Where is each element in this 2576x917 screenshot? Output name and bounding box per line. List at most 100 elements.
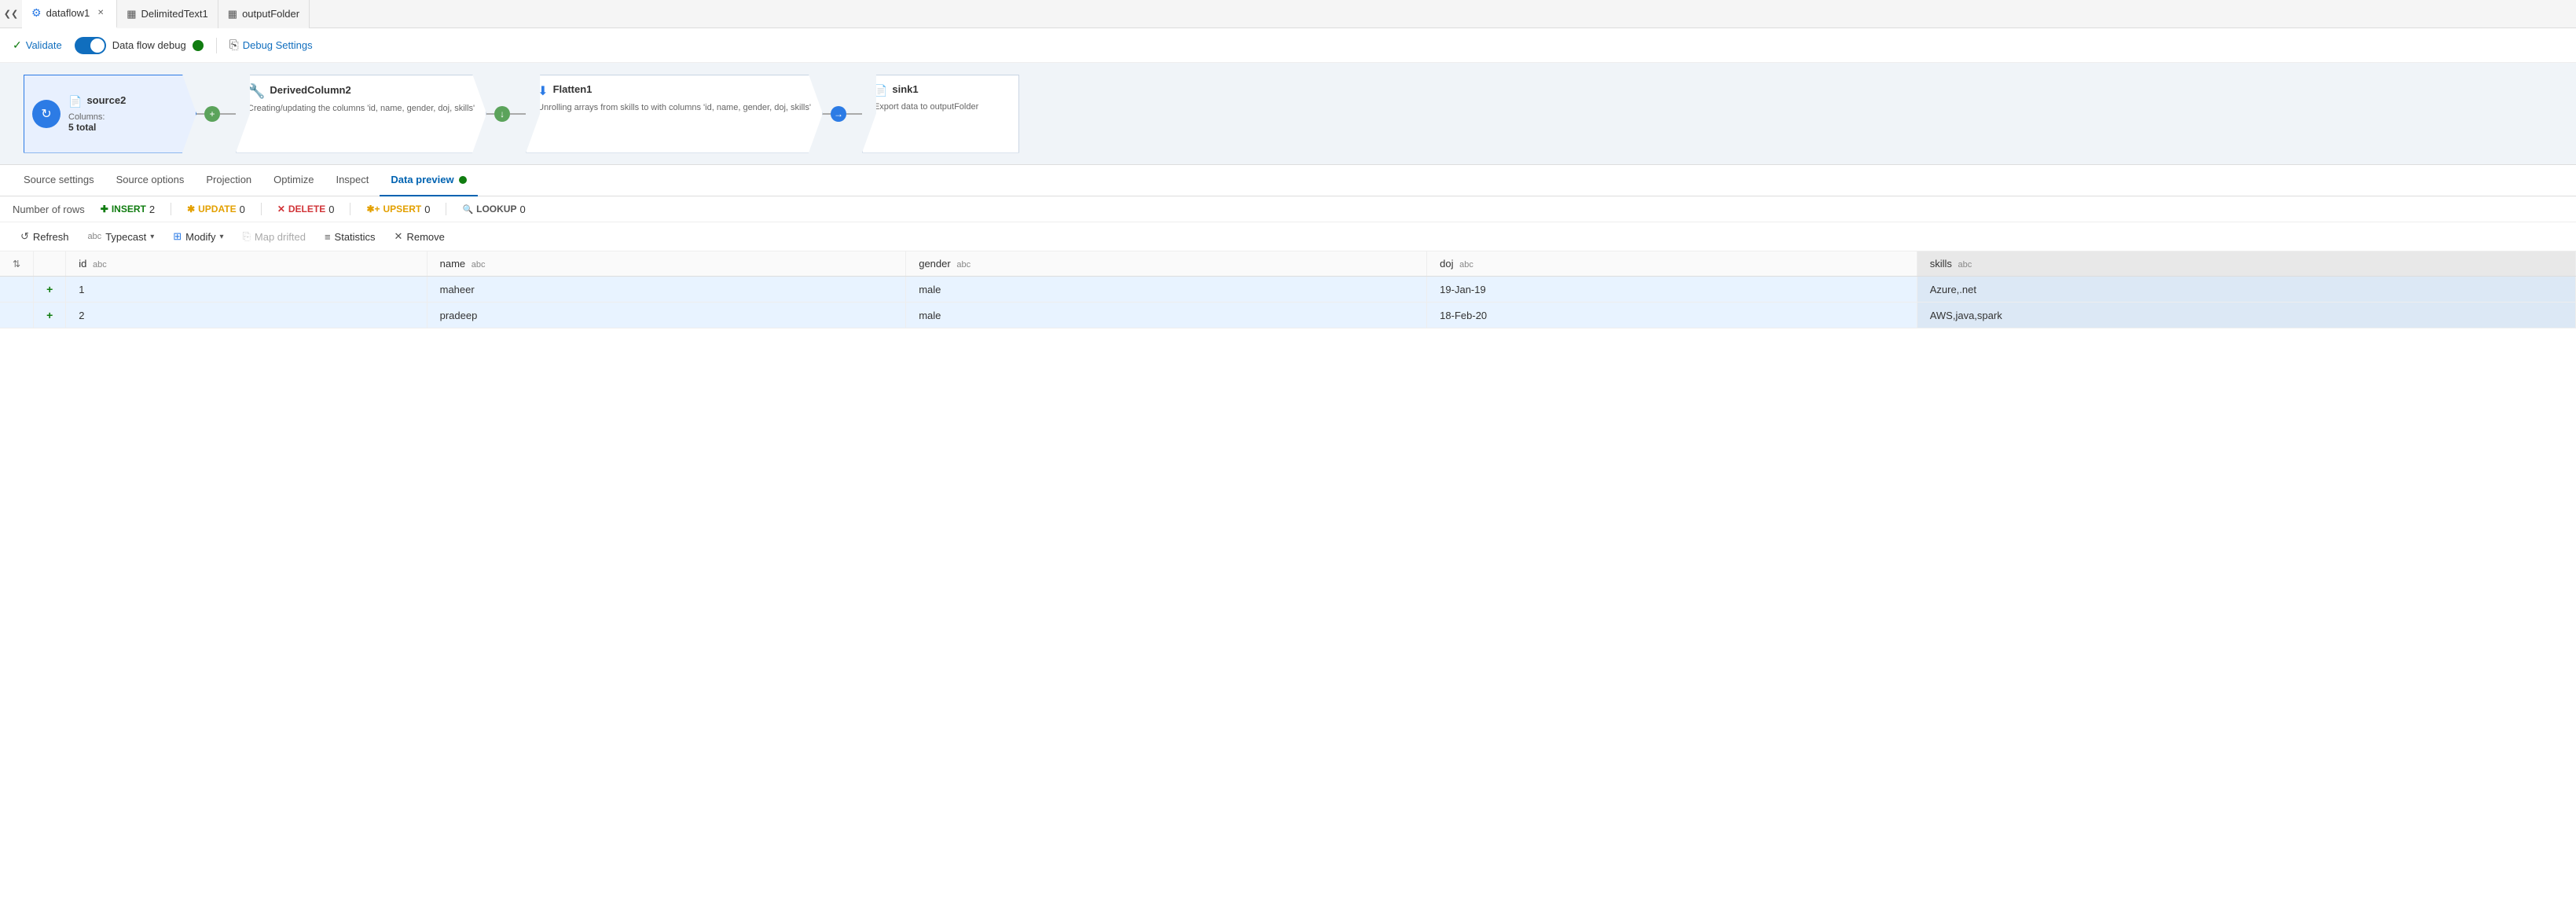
delete-stat: ✕ DELETE 0 <box>277 204 335 215</box>
map-drifted-button[interactable]: ⎘ Map drifted <box>234 227 313 246</box>
sink-node-desc: Export data to outputFolder <box>874 101 978 112</box>
debug-settings-label: Debug Settings <box>243 39 313 51</box>
debug-toggle[interactable] <box>75 37 106 54</box>
col-doj-label: doj <box>1440 258 1453 270</box>
upsert-stat: ✱+ UPSERT 0 <box>366 204 430 215</box>
remove-icon: ✕ <box>394 230 403 243</box>
lookup-icon: 🔍 <box>462 204 473 215</box>
row1-marker-icon: + <box>46 283 53 295</box>
col-name-type: abc <box>472 260 486 270</box>
col-doj-header: doj abc <box>1427 251 1917 277</box>
row1-skills: Azure,.net <box>1917 277 2575 303</box>
insert-value: 2 <box>149 204 155 215</box>
flatten-icon-area: ⬇ Flatten1 <box>538 83 592 99</box>
tab-optimize[interactable]: Optimize <box>262 165 325 196</box>
lookup-label: LOOKUP <box>476 204 516 215</box>
debug-toggle-label: Data flow debug <box>112 39 186 51</box>
upsert-value: 0 <box>424 204 430 215</box>
row2-marker: + <box>34 303 66 328</box>
source-node-content: 📄 source2 Columns: 5 total <box>68 94 126 133</box>
tab-bar: ❮❮ ⚙ dataflow1 ✕ ▦ DelimitedText1 ▦ outp… <box>0 0 2576 28</box>
col-skills-header: skills abc <box>1917 251 2575 277</box>
upsert-label: UPSERT <box>383 204 422 215</box>
tab-inspect[interactable]: Inspect <box>325 165 380 196</box>
row2-id: 2 <box>66 303 427 328</box>
tab-projection[interactable]: Projection <box>195 165 262 196</box>
row1-sort <box>0 277 34 303</box>
validate-button[interactable]: ✓ Validate <box>13 39 62 52</box>
pipeline-node-sink[interactable]: 📄 sink1 Export data to outputFolder <box>862 75 1019 153</box>
modify-button[interactable]: ⊞ Modify ▾ <box>165 227 231 246</box>
modify-icon: ⊞ <box>173 230 182 243</box>
tab-dataflow1[interactable]: ⚙ dataflow1 ✕ <box>22 0 117 28</box>
row1-id: 1 <box>66 277 427 303</box>
remove-label: Remove <box>406 231 444 243</box>
modify-label: Modify <box>185 231 215 243</box>
col-gender-label: gender <box>919 258 950 270</box>
outputfolder-icon: ▦ <box>228 8 237 20</box>
insert-icon: ✚ <box>101 204 108 215</box>
pipeline-node-flatten[interactable]: ⬇ Flatten1 Unrolling arrays from skills … <box>526 75 823 153</box>
tab-source-settings[interactable]: Source settings <box>13 165 105 196</box>
delete-value: 0 <box>328 204 334 215</box>
tab-source-options[interactable]: Source options <box>105 165 196 196</box>
source-circle-icon: ↻ <box>32 100 61 128</box>
typecast-icon: abc <box>87 232 101 241</box>
sink-icon-area: 📄 sink1 <box>874 83 919 98</box>
row2-marker-icon: + <box>46 309 53 321</box>
dataflow-icon: ⚙ <box>31 6 42 20</box>
col-sort-header: ⇅ <box>0 251 34 277</box>
debug-settings-icon: ⎘ <box>229 39 239 52</box>
pipeline-node-derived[interactable]: 🔧 DerivedColumn2 Creating/updating the c… <box>236 75 486 153</box>
tab-delimited[interactable]: ▦ DelimitedText1 <box>117 0 218 28</box>
update-value: 0 <box>240 204 245 215</box>
table-row: + 1 maheer male 19-Jan-19 Azure,.net <box>0 277 2576 303</box>
row1-gender: male <box>906 277 1427 303</box>
typecast-button[interactable]: abc Typecast ▾ <box>79 228 162 246</box>
lookup-value: 0 <box>519 204 525 215</box>
derived-node-icon: 🔧 <box>248 83 265 100</box>
debug-toggle-container: Data flow debug <box>75 37 204 54</box>
data-table-wrapper: ⇅ id abc name abc gender abc doj abc <box>0 251 2576 328</box>
update-icon: ✱ <box>187 204 195 215</box>
row2-name: pradeep <box>427 303 906 328</box>
tab-outputfolder[interactable]: ▦ outputFolder <box>218 0 310 28</box>
derived-node-title: DerivedColumn2 <box>270 84 350 96</box>
stat-div-2 <box>261 203 262 215</box>
refresh-label: Refresh <box>33 231 69 243</box>
sub-tab-bar: Source settings Source options Projectio… <box>0 165 2576 196</box>
stats-bar: Number of rows ✚ INSERT 2 ✱ UPDATE 0 ✕ D… <box>0 196 2576 222</box>
pipeline-node-source2[interactable]: ↻ 📄 source2 Columns: 5 total <box>24 75 196 153</box>
col-doj-type: abc <box>1459 260 1473 270</box>
table-row: + 2 pradeep male 18-Feb-20 AWS,java,spar… <box>0 303 2576 328</box>
debug-settings-button[interactable]: ⎘ Debug Settings <box>229 39 313 52</box>
connector-2b <box>510 113 526 115</box>
remove-button[interactable]: ✕ Remove <box>387 227 453 246</box>
transform-add-icon-1: + <box>204 106 220 122</box>
lookup-stat: 🔍 LOOKUP 0 <box>462 204 525 215</box>
insert-stat: ✚ INSERT 2 <box>101 204 155 215</box>
action-toolbar: ↺ Refresh abc Typecast ▾ ⊞ Modify ▾ ⎘ Ma… <box>0 222 2576 251</box>
sink-connector-icon: → <box>831 106 846 122</box>
statistics-label: Statistics <box>335 231 376 243</box>
statistics-button[interactable]: ≡ Statistics <box>317 228 383 246</box>
row2-gender: male <box>906 303 1427 328</box>
connector-1b <box>220 113 236 115</box>
col-gender-type: abc <box>956 260 971 270</box>
debug-status-dot <box>193 40 204 51</box>
tab-dataflow1-close[interactable]: ✕ <box>94 7 107 20</box>
pipeline-canvas: ↻ 📄 source2 Columns: 5 total + 🔧 Derived… <box>0 63 2576 165</box>
update-stat: ✱ UPDATE 0 <box>187 204 245 215</box>
map-drifted-label: Map drifted <box>255 231 306 243</box>
tab-data-preview[interactable]: Data preview <box>380 165 477 196</box>
flatten-node-desc: Unrolling arrays from skills to with col… <box>538 102 811 113</box>
col-name-header: name abc <box>427 251 906 277</box>
source-node-title: source2 <box>86 94 126 106</box>
typecast-dropdown-icon: ▾ <box>150 233 154 241</box>
col-id-header: id abc <box>66 251 427 277</box>
refresh-button[interactable]: ↺ Refresh <box>13 227 76 246</box>
col-skills-type: abc <box>1958 260 1972 270</box>
pipeline-wrapper: ↻ 📄 source2 Columns: 5 total + 🔧 Derived… <box>8 63 1011 164</box>
rows-label: Number of rows <box>13 204 85 215</box>
expand-panel-btn[interactable]: ❮❮ <box>0 0 22 28</box>
